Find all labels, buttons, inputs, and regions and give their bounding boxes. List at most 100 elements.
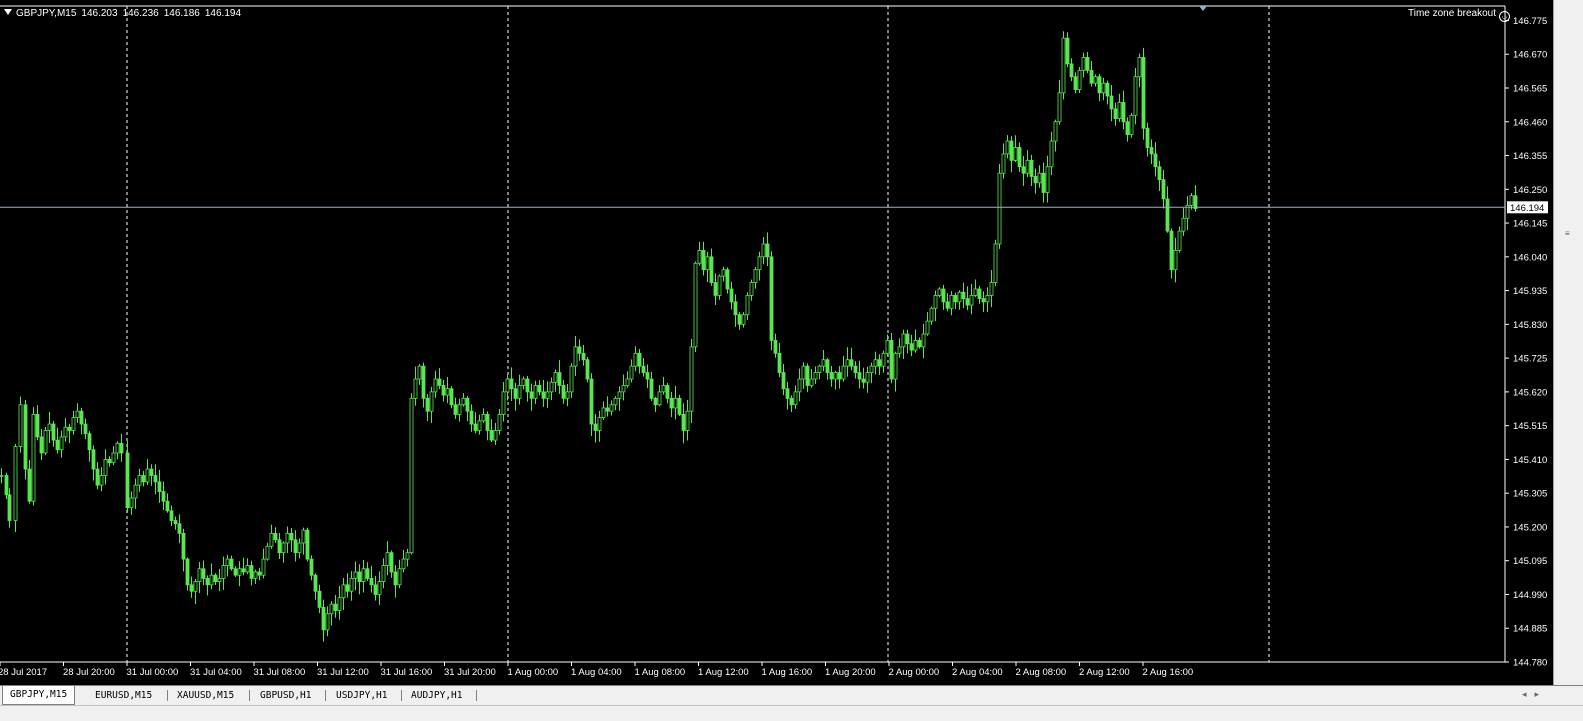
candle-body — [613, 397, 618, 406]
tab-gbpusd-h1[interactable]: GBPUSD,H1 — [253, 687, 318, 704]
candle-body — [1129, 114, 1134, 136]
scroll-grip-icon[interactable]: ≡ — [1565, 230, 1573, 240]
candle — [55, 427, 60, 454]
candle-body — [213, 574, 218, 583]
candle-body — [1013, 147, 1018, 161]
candle — [161, 481, 166, 511]
ohlc-high: 146.236 — [122, 8, 159, 19]
candle-body — [321, 606, 326, 631]
tab-separator — [325, 690, 326, 701]
candle — [1125, 117, 1130, 142]
candle-body — [497, 413, 502, 431]
tab-left-arrow-icon[interactable]: ◂ — [1522, 689, 1535, 699]
candle-body — [269, 532, 274, 547]
candle-body — [625, 378, 630, 386]
chart-window[interactable]: 146.775 146.670 146.565 146.460 146.355 146.2… — [0, 0, 1583, 685]
candle-body — [353, 571, 358, 579]
candle — [785, 381, 790, 410]
candle-body — [617, 391, 622, 399]
candle-body — [1181, 217, 1186, 232]
candle-body — [137, 475, 142, 486]
candle-body — [193, 581, 198, 592]
candle — [621, 374, 626, 401]
candle — [1053, 119, 1058, 152]
candle — [929, 306, 934, 325]
candle — [421, 362, 426, 408]
candle — [601, 401, 606, 421]
candle-body — [453, 404, 458, 415]
candle-body — [969, 295, 974, 306]
candle — [31, 407, 36, 506]
candle — [701, 241, 706, 276]
candle — [1049, 131, 1054, 176]
vertical-scrollbar[interactable]: ≡ — [1553, 0, 1583, 685]
candle-body — [669, 397, 674, 409]
candle-body — [1005, 140, 1010, 155]
candle-body — [1169, 230, 1174, 271]
candle-body — [1033, 176, 1038, 184]
candle — [937, 287, 942, 298]
candle — [473, 412, 478, 434]
candle-body — [325, 613, 330, 631]
candle-body — [71, 417, 76, 431]
candle-body — [729, 288, 734, 303]
candle — [99, 467, 104, 492]
candle-body — [477, 420, 482, 431]
candle-body — [709, 256, 714, 283]
candle — [989, 270, 994, 308]
candle-body — [1193, 195, 1198, 209]
candle-body — [761, 243, 766, 258]
candle — [1105, 80, 1110, 105]
tab-usdjpy-h1[interactable]: USDJPY,H1 — [329, 687, 394, 704]
candle — [71, 410, 76, 435]
y-tick-label: 146.775 — [1513, 16, 1547, 27]
candle-body — [217, 577, 222, 583]
tab-eurusd-m15[interactable]: EURUSD,M15 — [88, 687, 159, 704]
candle — [489, 419, 494, 443]
tab-scroll-arrows[interactable]: ◂▸ — [1522, 689, 1547, 700]
candle — [669, 391, 674, 418]
candle-body — [717, 275, 722, 296]
candle — [165, 493, 170, 513]
tab-audjpy-h1[interactable]: AUDJPY,H1 — [404, 687, 469, 704]
candle-body — [337, 597, 342, 611]
candle — [115, 441, 120, 460]
candle — [401, 549, 406, 573]
candle — [7, 488, 12, 528]
candle — [653, 396, 658, 412]
tab-right-arrow-icon[interactable]: ▸ — [1534, 689, 1547, 699]
candle-body — [1105, 82, 1110, 97]
candle-body — [845, 359, 850, 367]
tab-gbpjpy-m15[interactable]: GBPJPY,M15 — [2, 686, 76, 705]
x-tick-label: 1 Aug 04:00 — [571, 667, 622, 678]
candle — [649, 371, 654, 401]
dropdown-triangle-icon[interactable] — [4, 9, 12, 15]
candle — [205, 575, 210, 596]
candle — [337, 585, 342, 620]
candle-body — [401, 558, 406, 570]
candle-body — [789, 397, 794, 406]
shift-marker-icon[interactable] — [1199, 6, 1207, 11]
candle-body — [965, 298, 970, 306]
candle-body — [605, 407, 610, 412]
candle-body — [1053, 121, 1058, 142]
candle-body — [881, 352, 886, 367]
candle — [1061, 31, 1066, 100]
candle — [277, 532, 282, 559]
candle — [813, 366, 818, 384]
ohlc-close: 146.194 — [204, 8, 242, 19]
candle — [1041, 162, 1046, 203]
candle — [1133, 67, 1138, 125]
candle-body — [633, 352, 638, 367]
candle — [901, 329, 906, 360]
tab-separator — [401, 690, 402, 701]
price-chart[interactable]: 146.775 146.670 146.565 146.460 146.355 146.2… — [0, 0, 1583, 685]
tab-xauusd-m15[interactable]: XAUUSD,M15 — [170, 687, 241, 704]
candle-body — [1061, 37, 1066, 94]
candle-body — [957, 291, 962, 303]
candle — [1149, 139, 1154, 164]
candle — [103, 449, 108, 485]
candle — [67, 423, 72, 444]
candle — [801, 362, 806, 389]
candle-body — [973, 288, 978, 296]
